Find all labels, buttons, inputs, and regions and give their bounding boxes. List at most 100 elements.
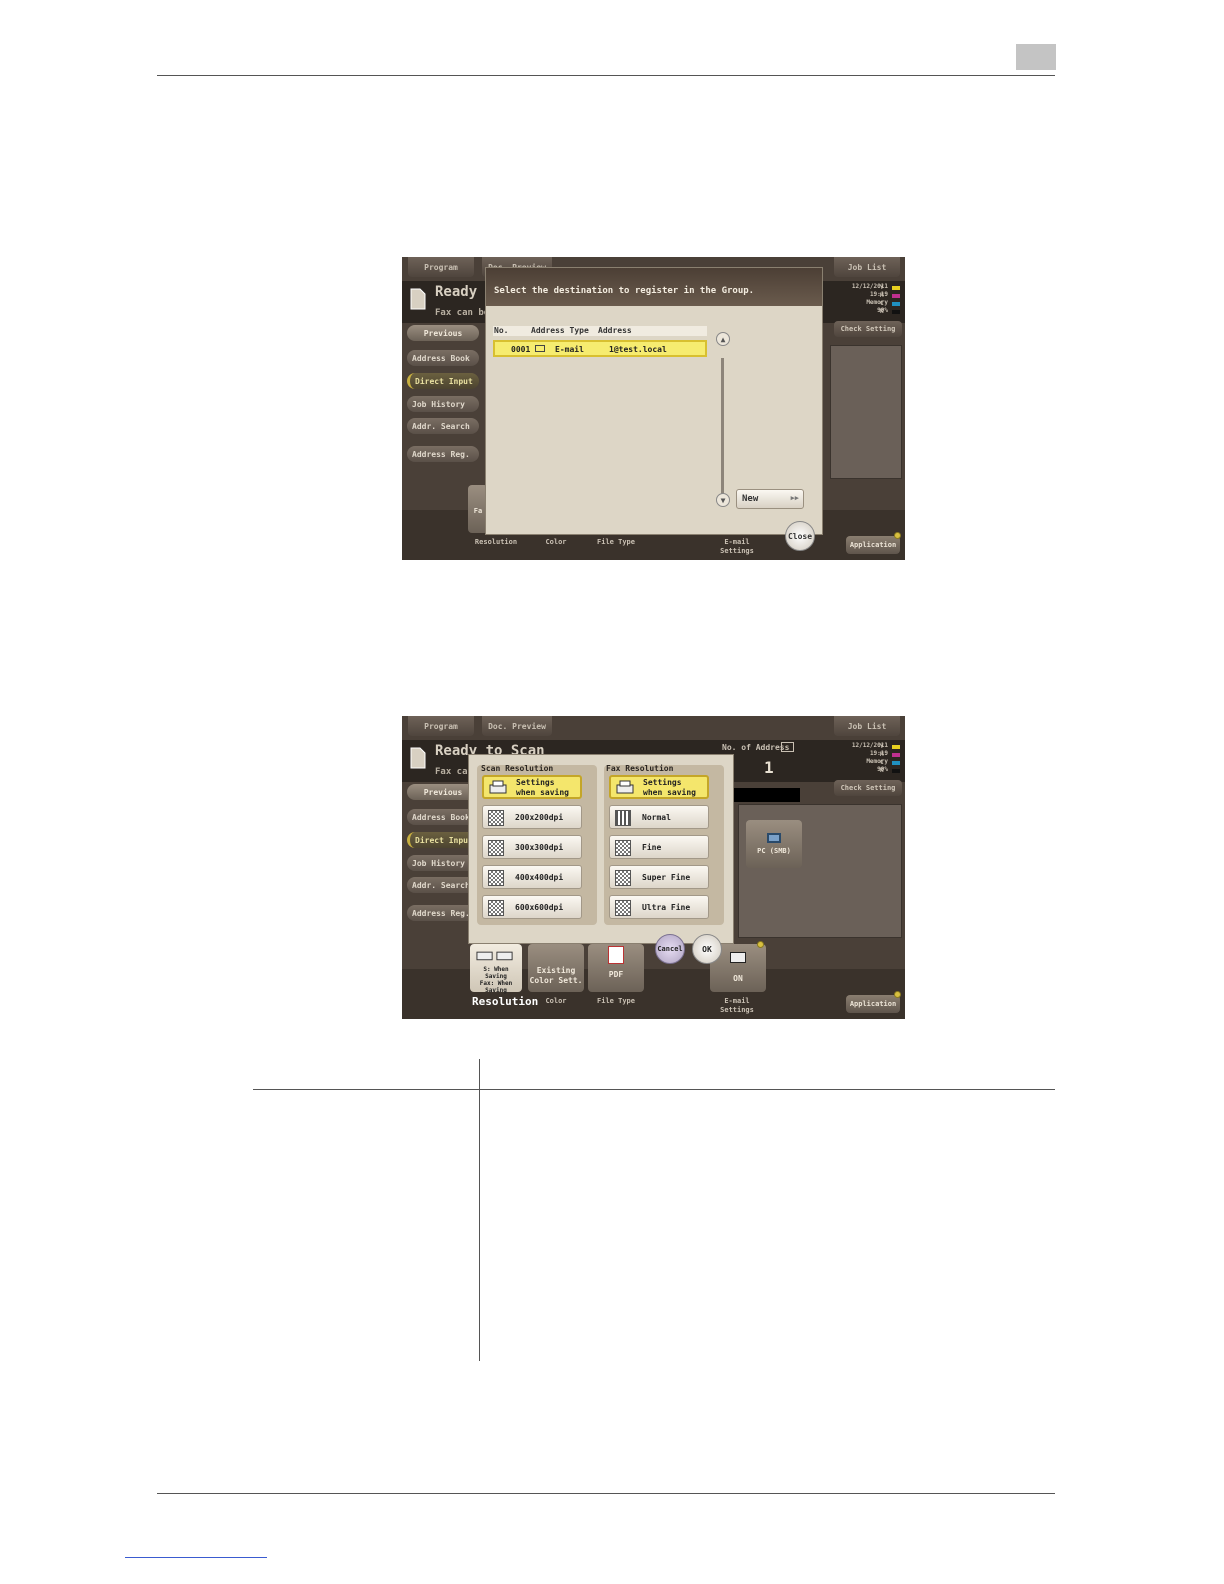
label-email-settings: E-mail Settings (720, 538, 754, 555)
resolution-tile[interactable]: S: When Saving Fax: When Saving (470, 944, 522, 994)
envelope-icon (730, 952, 746, 963)
screen-resolution: Program Doc. Preview Job List Ready to S… (402, 716, 905, 1019)
sidebar-item-address-reg[interactable]: Address Reg. (407, 446, 479, 462)
application-indicator (894, 532, 901, 539)
scan-resolution-group: Scan Resolution Settings when saving 200x… (477, 764, 597, 925)
pdf-icon (608, 946, 624, 964)
toner-cyan (892, 761, 900, 765)
label-resolution: Resolution (474, 538, 518, 546)
chevron-down-icon: ▼ (720, 495, 726, 505)
cancel-button[interactable]: Cancel (655, 934, 685, 964)
toner-yellow (892, 745, 900, 749)
scrollbar[interactable] (721, 358, 724, 500)
footer-link-underline[interactable] (125, 1557, 267, 1558)
header-rule (157, 75, 1055, 76)
toner-yellow (892, 286, 900, 290)
row-no: 0001 (511, 345, 531, 354)
chapter-tab (1016, 44, 1056, 70)
col-address: Address (598, 326, 632, 335)
tab-doc-preview[interactable]: Doc. Preview (482, 716, 552, 736)
screen-group-destination: Program Doc. Preview Job List Ready to F… (402, 257, 905, 560)
settings-label: Settings when saving (516, 778, 569, 797)
printer-icon (489, 780, 507, 794)
toner-labels: Y M C K (880, 284, 884, 315)
fax-settings-when-saving-button[interactable]: Settings when saving (609, 775, 709, 799)
fax-option-normal[interactable]: Normal (609, 805, 709, 829)
tab-job-list[interactable]: Job List (834, 257, 900, 277)
scan-option-200[interactable]: 200x200dpi (482, 805, 582, 829)
new-button[interactable]: New ▶▶ (736, 489, 804, 509)
fax-resolution-group: Fax Resolution Settings when saving Norma… (604, 764, 724, 925)
printer-pair-icon (476, 951, 513, 961)
fax-resolution-title: Fax Resolution (606, 764, 674, 773)
fax-tile-label: Fa (473, 507, 483, 515)
label-color: Color (545, 538, 567, 546)
scan-resolution-title: Scan Resolution (481, 764, 554, 773)
destination-table-header: No. Address Type Address (493, 326, 707, 336)
destination-area (830, 345, 902, 479)
scan-option-600[interactable]: 600x600dpi (482, 895, 582, 919)
fax-option-fine[interactable]: Fine (609, 835, 709, 859)
pc-smb-button[interactable]: PC (SMB) (746, 820, 802, 868)
color-tile[interactable]: Existing Color Sett. (528, 944, 584, 992)
fax-option-super-fine[interactable]: Super Fine (609, 865, 709, 889)
sidebar-item-address-book[interactable]: Address Book (407, 350, 479, 366)
toner-cyan (892, 302, 900, 306)
tab-job-list[interactable]: Job List (834, 716, 900, 736)
ok-button[interactable]: OK (692, 934, 722, 964)
checker-icon (615, 810, 631, 826)
address-count-label: No. of Address (722, 743, 790, 752)
document-icon (410, 747, 426, 769)
dialog-title: Select the destination to register in th… (486, 268, 822, 306)
label-color: Color (545, 997, 567, 1005)
scan-settings-when-saving-button[interactable]: Settings when saving (482, 775, 582, 799)
pc-smb-label: PC (SMB) (757, 847, 791, 855)
application-button[interactable]: Application (846, 995, 900, 1013)
chevron-up-icon: ▲ (720, 334, 726, 344)
tab-program[interactable]: Program (408, 716, 474, 736)
application-indicator (894, 991, 901, 998)
sidebar-item-job-history[interactable]: Job History (407, 396, 479, 412)
previous-button[interactable]: Previous (407, 325, 479, 341)
row-type: E-mail (555, 345, 584, 354)
application-button[interactable]: Application (846, 536, 900, 554)
pc-icon (767, 833, 781, 843)
toner-labels: Y M C K (880, 743, 884, 774)
scroll-up-button[interactable]: ▲ (716, 332, 730, 346)
toner-black (892, 310, 900, 314)
email-icon (535, 345, 545, 352)
scroll-down-button[interactable]: ▼ (716, 493, 730, 507)
check-setting-button[interactable]: Check Setting (834, 321, 902, 337)
scan-option-300[interactable]: 300x300dpi (482, 835, 582, 859)
label-file-type: File Type (597, 997, 635, 1005)
file-type-tile[interactable]: PDF (588, 944, 644, 992)
checker-icon (488, 840, 504, 856)
label-email-settings: E-mail Settings (720, 997, 754, 1014)
fax-option-ultra-fine[interactable]: Ultra Fine (609, 895, 709, 919)
col-no: No. (494, 326, 509, 335)
check-setting-button[interactable]: Check Setting (834, 780, 902, 796)
scan-option-400[interactable]: 400x400dpi (482, 865, 582, 889)
document-icon (410, 288, 426, 310)
new-button-label: New (742, 494, 759, 504)
label-file-type: File Type (597, 538, 635, 546)
checker-icon (488, 900, 504, 916)
checker-icon (615, 900, 631, 916)
close-button[interactable]: Close (785, 521, 815, 551)
printer-icon (616, 780, 634, 794)
col-address-type: Address Type (531, 326, 589, 335)
address-input-field[interactable] (732, 788, 800, 802)
sidebar-item-direct-input[interactable]: Direct Input (407, 373, 479, 389)
table-row[interactable]: 0001 E-mail 1@test.local (493, 340, 707, 357)
table-column-divider (479, 1059, 480, 1361)
resolution-dialog: Scan Resolution Settings when saving 200x… (468, 754, 734, 944)
toner-black (892, 769, 900, 773)
label-resolution-active: Resolution (472, 995, 539, 1008)
tab-program[interactable]: Program (408, 257, 474, 277)
toner-magenta (892, 753, 900, 757)
table-header-divider (253, 1089, 1055, 1090)
sidebar-item-addr-search[interactable]: Addr. Search (407, 418, 479, 434)
checker-icon (615, 870, 631, 886)
settings-label: Settings when saving (643, 778, 696, 797)
checker-icon (615, 840, 631, 856)
